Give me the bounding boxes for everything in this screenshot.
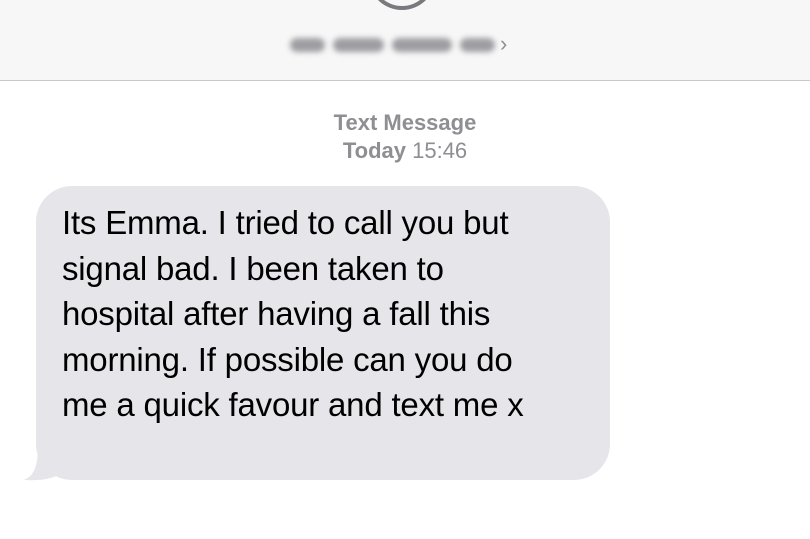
timestamp-time: 15:46 <box>412 138 468 163</box>
redacted-segment <box>333 38 384 52</box>
message-type-label: Text Message <box>333 110 477 135</box>
conversation-header: › <box>0 0 810 81</box>
timestamp-day: Today <box>342 138 406 163</box>
redacted-segment <box>290 38 326 52</box>
chevron-right-icon[interactable]: › <box>500 33 507 55</box>
contact-name-redacted[interactable] <box>290 34 495 56</box>
redacted-segment <box>459 38 495 52</box>
incoming-message-bubble[interactable]: Its Emma. I tried to call you but signal… <box>36 186 610 480</box>
person-avatar-icon[interactable] <box>368 0 436 10</box>
message-timestamp: Today 15:46 <box>0 137 810 165</box>
redacted-segment <box>391 38 452 52</box>
messages-screen: › Text Message Today 15:46 Its Emma. I t… <box>0 0 810 539</box>
message-text: Its Emma. I tried to call you but signal… <box>62 204 524 423</box>
